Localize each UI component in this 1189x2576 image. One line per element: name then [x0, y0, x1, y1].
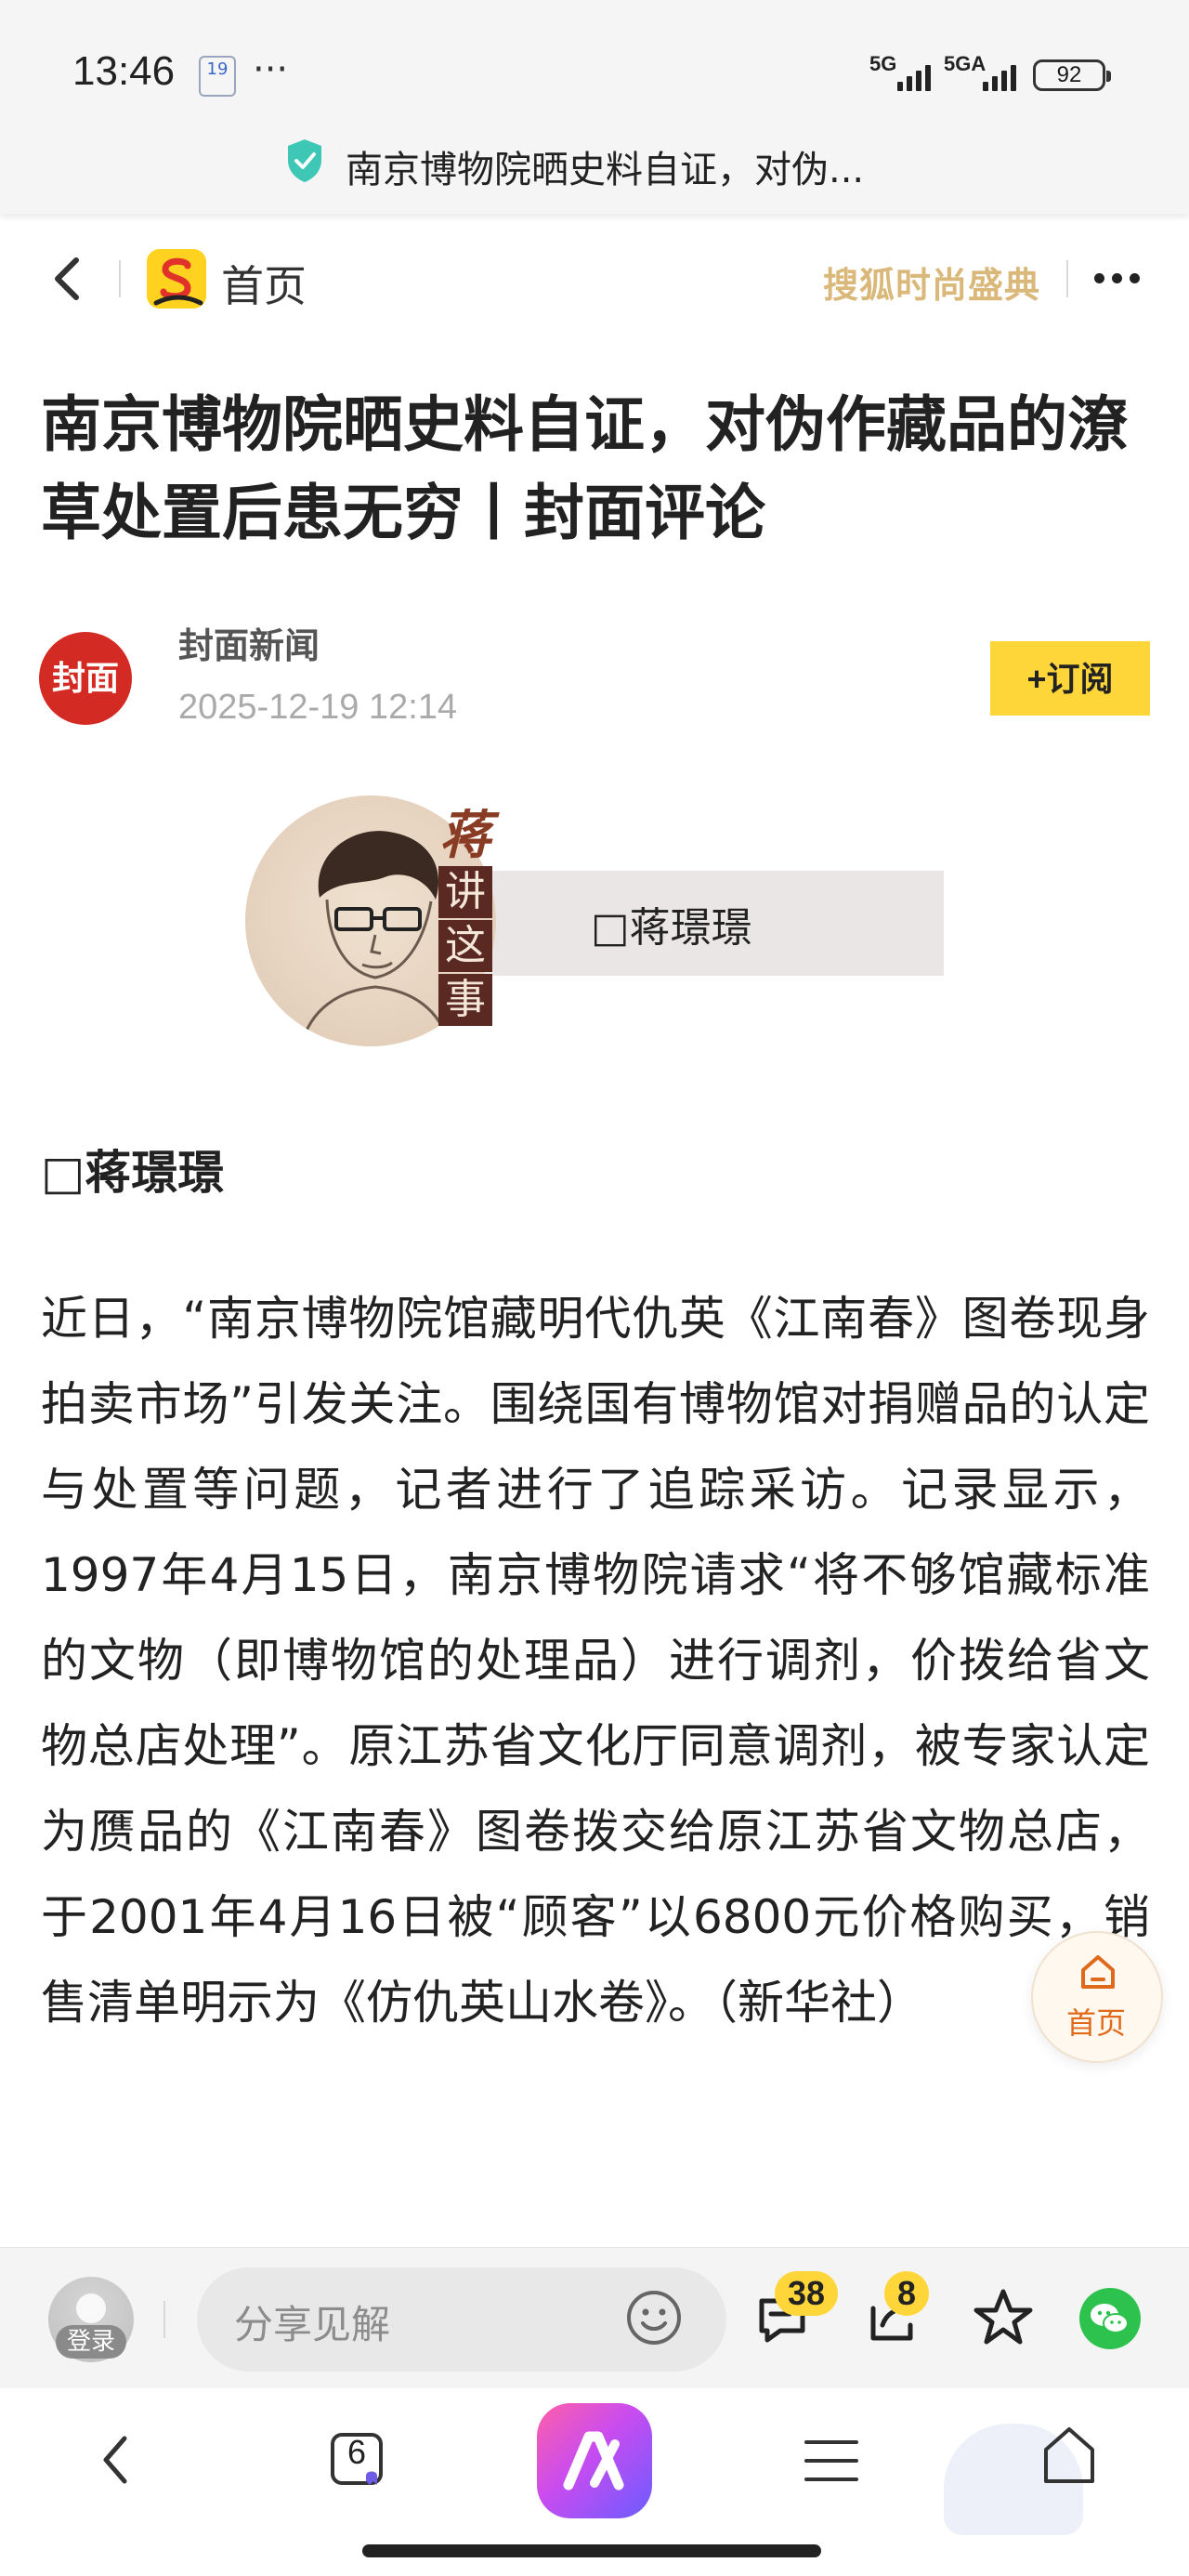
- nav-divider: [119, 260, 121, 297]
- subscribe-button[interactable]: +订阅: [990, 641, 1150, 716]
- more-notifications-icon: ···: [253, 48, 289, 91]
- column-tag-char: 这: [438, 920, 492, 972]
- ai-assistant-icon: [563, 2431, 624, 2491]
- signal-icon: [897, 54, 931, 91]
- url-title[interactable]: 南京博物院晒史料自证，对伪...: [346, 139, 864, 193]
- signal-icon-2: [983, 54, 1016, 91]
- wechat-icon[interactable]: [1078, 2286, 1143, 2351]
- article-body: 近日，“南京博物院馆藏明代仇英《江南春》图卷现身拍卖市场”引发关注。围绕国有博物…: [41, 1292, 1150, 2030]
- column-title-tag: 蒋 讲 这 事: [437, 807, 494, 1046]
- ai-assistant-button[interactable]: [537, 2403, 652, 2518]
- nav-divider-right: [1066, 260, 1068, 297]
- brand-banner[interactable]: 搜狐时尚盛典: [823, 256, 1040, 308]
- floating-home-label: 首页: [1066, 2005, 1127, 2041]
- article-headline: 南京博物院晒史料自证，对伪作藏品的潦草处置后患无穷丨封面评论: [41, 390, 1129, 548]
- column-tag-char: 蒋: [439, 805, 491, 866]
- network-5g-label: 5G: [869, 52, 897, 75]
- author-avatar[interactable]: 封面: [39, 632, 132, 725]
- star-icon[interactable]: [972, 2286, 1035, 2349]
- network-5ga-label: 5GA: [944, 52, 986, 75]
- browser-back-icon[interactable]: [93, 2427, 139, 2492]
- status-time: 13:46: [72, 48, 176, 94]
- share-count-badge: 8: [884, 2271, 930, 2316]
- author-name[interactable]: 封面新闻: [178, 617, 320, 668]
- home-indicator[interactable]: [362, 2544, 821, 2557]
- menu-icon[interactable]: [801, 2433, 862, 2489]
- home-icon: [1081, 1955, 1115, 1989]
- tab-count[interactable]: 6: [327, 2433, 386, 2472]
- comment-divider: [163, 2301, 165, 2338]
- battery-indicator: 92: [1033, 59, 1111, 91]
- back-icon[interactable]: [45, 253, 91, 305]
- shield-check-icon: [288, 139, 321, 182]
- sohu-logo[interactable]: [147, 249, 206, 309]
- column-tag-char: 事: [438, 974, 492, 1026]
- publish-date: 2025-12-19 12:14: [178, 688, 458, 727]
- column-tag-char: 讲: [438, 866, 492, 918]
- nav-home-link[interactable]: 首页: [221, 253, 307, 314]
- emoji-icon[interactable]: [624, 2288, 684, 2347]
- browser-home-icon[interactable]: [1039, 2422, 1100, 2489]
- more-options-icon[interactable]: [1094, 273, 1140, 283]
- article-byline: □蒋璟璟: [41, 1146, 225, 1200]
- login-label[interactable]: 登录: [56, 2325, 126, 2359]
- banner-byline: □蒋璟璟: [591, 904, 752, 952]
- calendar-notification-icon: 19: [199, 56, 236, 97]
- comment-placeholder[interactable]: 分享见解: [234, 2293, 390, 2350]
- comment-count-badge: 38: [775, 2271, 839, 2316]
